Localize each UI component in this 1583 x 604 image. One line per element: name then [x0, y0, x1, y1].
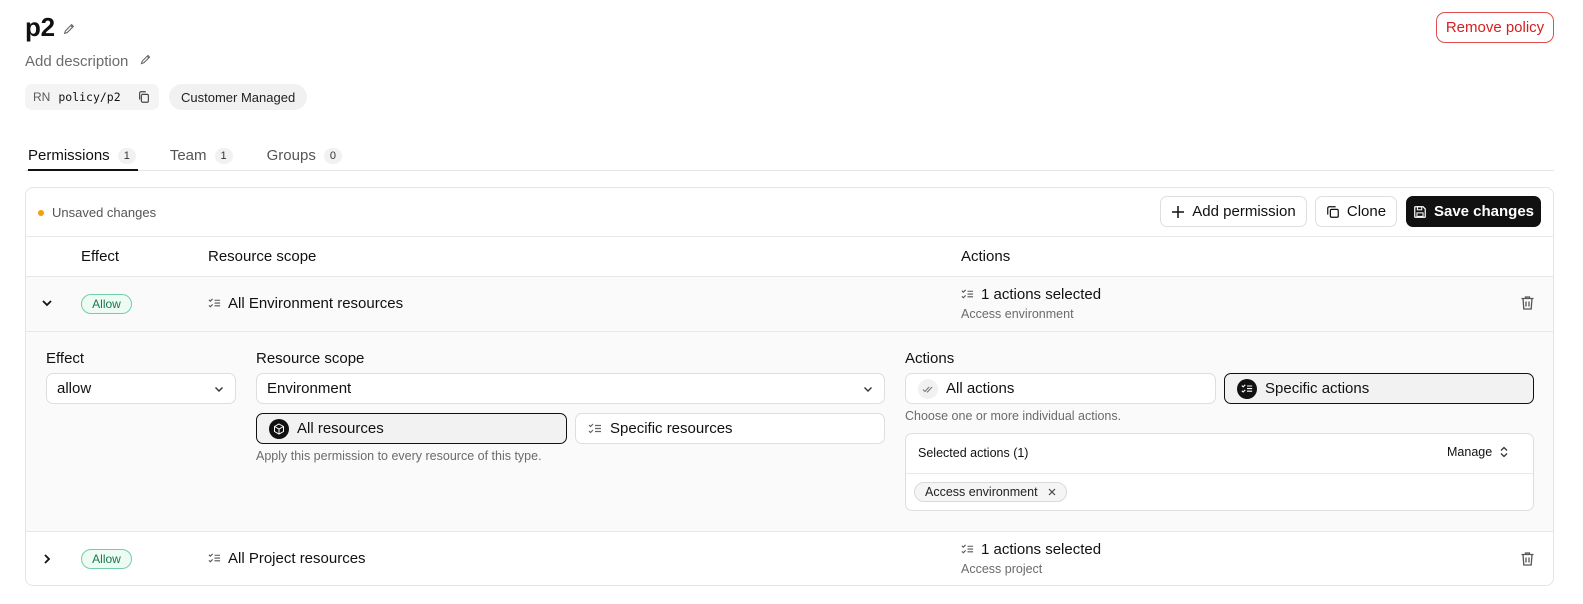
specific-actions-option[interactable]: Specific actions: [1224, 373, 1534, 404]
effect-select[interactable]: allow: [46, 373, 236, 404]
specific-resources-option[interactable]: Specific resources: [575, 413, 885, 444]
permission-editor: Effect allow Resource scope Environment …: [26, 332, 1553, 531]
table-row[interactable]: Allow All Project resources 1 actions se…: [26, 531, 1553, 585]
copy-icon[interactable]: [137, 90, 151, 104]
tab-permissions[interactable]: Permissions 1: [28, 140, 136, 171]
effect-badge: Allow: [81, 294, 132, 314]
active-tab-indicator: [28, 169, 138, 171]
actions-cell: 1 actions selected Access project: [961, 541, 1102, 576]
chevron-down-icon: [864, 386, 872, 392]
resource-type-select[interactable]: Environment: [256, 373, 885, 404]
clone-icon: [1327, 205, 1339, 218]
selected-actions-title: Selected actions (1): [918, 446, 1029, 460]
tab-divider: [25, 170, 1554, 171]
remove-policy-button[interactable]: Remove policy: [1436, 12, 1554, 43]
save-icon: [1414, 205, 1426, 218]
table-row[interactable]: Allow All Environment resources 1 action…: [26, 277, 1553, 332]
all-actions-option[interactable]: All actions: [905, 373, 1216, 404]
actions-label: Actions: [905, 350, 955, 367]
permissions-panel: Unsaved changes Add permission Clone Sav…: [25, 187, 1554, 586]
tab-count-badge: 1: [117, 147, 136, 164]
trash-icon[interactable]: [1520, 295, 1535, 315]
list-check-icon: [588, 423, 601, 433]
policy-type-badge: Customer Managed: [169, 84, 308, 110]
selected-actions-box: Selected actions (1) Manage Access envir…: [905, 433, 1534, 511]
resource-name-chip: RN policy/p2: [25, 84, 159, 110]
action-chip: Access environment: [914, 482, 1067, 502]
chevron-up-down-icon: [1500, 446, 1508, 458]
resource-scope-cell: All Project resources: [208, 550, 366, 567]
unsaved-indicator: Unsaved changes: [38, 205, 156, 220]
save-changes-button[interactable]: Save changes: [1406, 196, 1541, 227]
tab-count-badge: 0: [323, 147, 342, 164]
list-check-icon: [1237, 378, 1257, 399]
chevron-down-icon: [215, 386, 223, 392]
tab-count-badge: 1: [214, 147, 233, 164]
tab-team[interactable]: Team 1: [170, 140, 233, 171]
edit-title-icon[interactable]: [62, 12, 76, 43]
scope-hint: Apply this permission to every resource …: [256, 449, 542, 463]
list-check-icon: [961, 544, 974, 554]
cube-icon: [269, 418, 289, 439]
double-check-icon: [918, 378, 938, 399]
table-header: Effect Resource scope Actions: [26, 237, 1553, 277]
resource-scope-cell: All Environment resources: [208, 295, 403, 312]
plus-icon: [1172, 205, 1185, 218]
list-check-icon: [208, 298, 221, 308]
header-actions: Actions: [961, 248, 1011, 265]
header-resource-scope: Resource scope: [208, 248, 317, 265]
edit-description-icon[interactable]: [139, 53, 152, 70]
resource-scope-label: Resource scope: [256, 350, 365, 367]
add-permission-button[interactable]: Add permission: [1160, 196, 1307, 227]
manage-button[interactable]: Manage: [1447, 445, 1509, 459]
chevron-down-icon[interactable]: [40, 296, 54, 314]
chevron-right-icon[interactable]: [40, 552, 54, 570]
panel-toolbar: Unsaved changes Add permission Clone Sav…: [26, 188, 1553, 237]
effect-label: Effect: [46, 350, 85, 367]
remove-chip-icon[interactable]: [1048, 488, 1056, 496]
clone-button[interactable]: Clone: [1315, 196, 1397, 227]
policy-description[interactable]: Add description: [25, 53, 152, 70]
actions-hint: Choose one or more individual actions.: [905, 409, 1122, 423]
all-resources-option[interactable]: All resources: [256, 413, 567, 444]
unsaved-dot-icon: [38, 209, 44, 216]
header-effect: Effect: [81, 248, 120, 265]
effect-badge: Allow: [81, 549, 132, 569]
policy-title: p2: [25, 12, 76, 43]
list-check-icon: [961, 289, 974, 299]
tab-groups[interactable]: Groups 0: [267, 140, 342, 171]
trash-icon[interactable]: [1520, 551, 1535, 571]
list-check-icon: [208, 553, 221, 563]
tab-bar: Permissions 1 Team 1 Groups 0: [28, 140, 376, 171]
actions-cell: 1 actions selected Access environment: [961, 286, 1102, 321]
